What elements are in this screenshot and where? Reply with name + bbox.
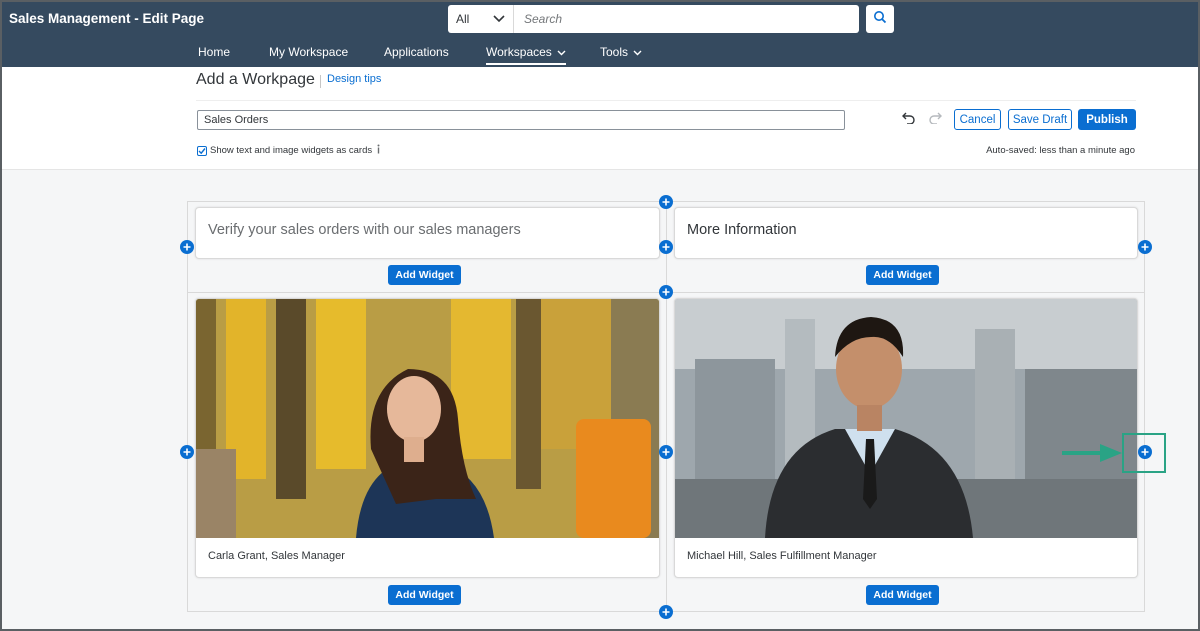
callout-highlight-box [1122,433,1166,473]
nav-item-tools[interactable]: Tools [600,45,642,59]
undo-button[interactable] [901,111,917,129]
nav-item-home[interactable]: Home [198,45,230,59]
add-widget-button[interactable]: Add Widget [388,585,461,605]
nav-item-label: Tools [600,45,629,59]
plus-icon [183,238,191,256]
nav-item-workspaces[interactable]: Workspaces [486,45,566,65]
manager-photo [675,299,1137,538]
nav-item-applications[interactable]: Applications [384,45,449,59]
autosave-status: Auto-saved: less than a minute ago [986,145,1135,156]
callout-arrow-icon [1060,443,1124,468]
add-column-button[interactable] [659,240,673,254]
nav-item-label: My Workspace [269,45,349,59]
redo-button[interactable] [927,111,943,129]
search-scope-select[interactable]: All [448,5,514,33]
redo-icon [928,111,942,129]
text-widget-content: Verify your sales orders with our sales … [208,222,521,238]
image-widget-caption: Carla Grant, Sales Manager [208,550,345,562]
column-divider [666,201,667,612]
search-input[interactable] [514,5,859,33]
nav-item-my-workspace[interactable]: My Workspace [269,45,348,59]
image-widget-card[interactable]: Carla Grant, Sales Manager [195,298,660,578]
plus-icon [662,193,670,211]
add-section-button[interactable] [659,285,673,299]
add-widget-button[interactable]: Add Widget [388,265,461,285]
page-name-input[interactable] [197,110,845,130]
text-widget-card[interactable]: More Information [674,207,1138,259]
plus-icon [183,443,191,461]
header-divider [196,100,1136,101]
text-widget-card[interactable]: Verify your sales orders with our sales … [195,207,660,259]
add-section-button[interactable] [659,195,673,209]
chevron-down-icon [493,12,505,26]
cards-checkbox[interactable] [197,145,207,156]
plus-icon [662,443,670,461]
nav-item-label: Home [198,45,231,59]
publish-button[interactable]: Publish [1078,109,1136,130]
plus-icon [1141,238,1149,256]
search-button[interactable] [866,5,894,33]
plus-icon [662,238,670,256]
image-widget-caption: Michael Hill, Sales Fulfillment Manager [687,550,877,562]
add-column-button[interactable] [1138,240,1152,254]
add-column-button[interactable] [180,240,194,254]
cards-toggle-label: Show text and image widgets as cards [210,145,373,156]
nav-item-label: Workspaces [486,45,552,59]
shell-bar: Sales Management - Edit Page All Home My… [0,0,1200,67]
text-widget-content: More Information [687,222,797,238]
save-draft-button[interactable]: Save Draft [1008,109,1072,130]
add-section-button[interactable] [659,605,673,619]
top-nav: Home My Workspace Applications Workspace… [0,38,1200,67]
plus-icon [662,283,670,301]
page-header: Add a Workpage Design tips Cancel Save D… [0,67,1200,170]
add-column-button[interactable] [180,445,194,459]
add-widget-button[interactable]: Add Widget [866,585,939,605]
chevron-down-icon [557,45,566,59]
app-title: Sales Management - Edit Page [9,11,205,26]
manager-photo [196,299,659,538]
info-icon[interactable] [375,144,382,157]
add-column-button[interactable] [659,445,673,459]
cards-toggle[interactable]: Show text and image widgets as cards [197,144,382,157]
search-scope-value: All [456,12,470,26]
search-icon [873,10,887,29]
plus-icon [662,603,670,621]
title-separator [320,75,321,88]
chevron-down-icon [633,45,642,59]
nav-item-label: Applications [384,45,449,59]
add-widget-button[interactable]: Add Widget [866,265,939,285]
page-title: Add a Workpage [196,71,315,88]
undo-icon [902,111,916,129]
design-tips-link[interactable]: Design tips [327,73,381,85]
cancel-button[interactable]: Cancel [954,109,1001,130]
search-bar: All [448,5,859,33]
image-widget-card[interactable]: Michael Hill, Sales Fulfillment Manager [674,298,1138,578]
